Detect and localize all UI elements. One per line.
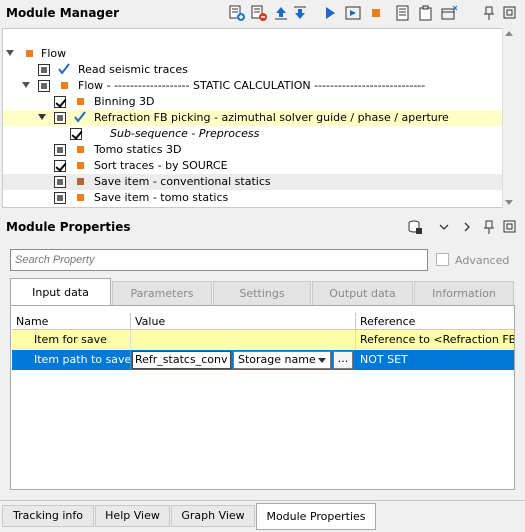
run-icon[interactable]	[322, 5, 338, 21]
item-path-input[interactable]: Refr_statcs_conv	[132, 351, 231, 369]
module-checkbox[interactable]	[70, 128, 82, 140]
tab-output-data[interactable]: Output data	[312, 281, 413, 305]
pin-icon[interactable]	[481, 219, 497, 235]
storage-name-label: Storage name	[238, 353, 316, 366]
tab-graph-view[interactable]: Graph View	[171, 505, 255, 527]
move-down-icon[interactable]	[292, 5, 308, 21]
expand-arrow-icon[interactable]	[38, 114, 46, 120]
tree-scrollbar[interactable]	[502, 28, 515, 208]
search-property-input[interactable]	[10, 249, 428, 271]
tree-row-label: Tomo statics 3D	[94, 143, 182, 156]
tree-row-save-conv[interactable]: Save item - conventional statics	[3, 174, 514, 190]
scroll-down-icon[interactable]	[505, 200, 513, 205]
clipboard-icon[interactable]	[418, 5, 434, 21]
add-module-icon[interactable]	[229, 5, 245, 21]
module-tree[interactable]: Flow Read seismic traces Flow - --------…	[2, 28, 515, 208]
tree-row-save-tomo[interactable]: Save item - tomo statics	[3, 190, 514, 206]
tree-row-label: Sub-sequence - Preprocess	[110, 127, 260, 140]
database-icon[interactable]	[407, 219, 423, 235]
float-icon[interactable]	[502, 219, 518, 235]
module-manager-title: Module Manager	[6, 6, 120, 20]
tab-parameters[interactable]: Parameters	[112, 281, 212, 305]
module-checkbox[interactable]	[38, 80, 50, 92]
step-run-icon[interactable]	[345, 5, 361, 21]
tree-row-flow[interactable]: Flow	[3, 46, 514, 62]
remove-module-icon[interactable]	[251, 5, 267, 21]
tab-information[interactable]: Information	[414, 281, 514, 305]
advanced-label: Advanced	[455, 254, 510, 267]
property-name: Item path to save	[12, 350, 131, 370]
expand-arrow-icon[interactable]	[22, 82, 30, 88]
tab-tracking-info[interactable]: Tracking info	[2, 505, 94, 527]
scroll-up-icon[interactable]	[505, 31, 513, 36]
list-icon[interactable]	[395, 5, 411, 21]
tree-row-label: Binning 3D	[94, 95, 155, 108]
stop-icon[interactable]	[368, 5, 384, 21]
tab-help-view[interactable]: Help View	[95, 505, 170, 527]
tree-row-tomo[interactable]: Tomo statics 3D	[3, 142, 514, 158]
advanced-checkbox[interactable]	[436, 253, 449, 266]
property-name: Item for save	[12, 330, 131, 350]
table-row-selected[interactable]: Item path to save Refr_statcs_conv Stora…	[12, 350, 514, 370]
tree-row-label: Sort traces - by SOURCE	[94, 159, 228, 172]
module-marker-icon	[26, 50, 33, 57]
module-checkbox[interactable]	[54, 144, 66, 156]
tree-row-label: Read seismic traces	[78, 63, 188, 76]
expand-arrow-icon[interactable]	[6, 50, 14, 56]
module-marker-icon	[77, 162, 84, 169]
module-properties-title: Module Properties	[6, 220, 131, 234]
property-value[interactable]	[131, 330, 356, 350]
properties-grid[interactable]: Name Value Reference Item for save Refer…	[12, 313, 514, 373]
tree-row-static-flow[interactable]: Flow - ------------------- STATIC CALCUL…	[3, 78, 514, 94]
tree-row-binning[interactable]: Binning 3D	[3, 94, 514, 110]
module-marker-icon	[77, 98, 84, 105]
tab-module-properties[interactable]: Module Properties	[256, 503, 376, 530]
module-marker-icon	[77, 194, 84, 201]
column-header-value[interactable]: Value	[131, 313, 356, 330]
module-marker-icon	[61, 82, 68, 89]
tree-row-label: Refraction FB picking - azimuthal solver…	[94, 111, 449, 124]
chevron-left-icon[interactable]	[436, 219, 452, 235]
float-icon[interactable]	[502, 5, 518, 21]
table-row[interactable]: Item for save Reference to <Refraction F…	[12, 330, 514, 350]
tree-row-refraction[interactable]: Refraction FB picking - azimuthal solver…	[3, 110, 514, 126]
tab-input-data[interactable]: Input data	[10, 278, 111, 306]
dock-options-icon[interactable]	[441, 5, 457, 21]
chevron-down-icon	[318, 358, 326, 363]
column-header-reference[interactable]: Reference	[356, 313, 514, 330]
tab-settings[interactable]: Settings	[213, 281, 311, 305]
checkmark-icon	[58, 63, 70, 75]
checkmark-icon	[74, 111, 86, 123]
tree-row-label: Flow	[41, 47, 67, 60]
storage-name-select[interactable]: Storage name	[233, 351, 331, 369]
browse-button[interactable]: ...	[333, 351, 353, 369]
module-marker-icon	[77, 178, 84, 185]
module-checkbox[interactable]	[54, 160, 66, 172]
module-checkbox[interactable]	[54, 96, 66, 108]
property-reference: NOT SET	[360, 353, 408, 366]
property-reference: Reference to <Refraction FB p	[360, 333, 514, 346]
move-up-icon[interactable]	[273, 5, 289, 21]
module-marker-icon	[77, 146, 84, 153]
tree-row-sort[interactable]: Sort traces - by SOURCE	[3, 158, 514, 174]
tree-row-read-seismic[interactable]: Read seismic traces	[3, 62, 514, 78]
pin-icon[interactable]	[481, 5, 497, 21]
module-checkbox[interactable]	[54, 192, 66, 204]
chevron-right-icon[interactable]	[459, 219, 475, 235]
column-header-name[interactable]: Name	[12, 313, 131, 330]
tree-row-label: Flow - ------------------- STATIC CALCUL…	[78, 79, 426, 92]
tree-row-label: Save item - conventional statics	[94, 175, 271, 188]
tree-row-subsequence[interactable]: Sub-sequence - Preprocess	[3, 126, 514, 142]
module-checkbox[interactable]	[54, 112, 66, 124]
tree-row-label: Save item - tomo statics	[94, 191, 229, 204]
module-checkbox[interactable]	[54, 176, 66, 188]
module-checkbox[interactable]	[38, 64, 50, 76]
